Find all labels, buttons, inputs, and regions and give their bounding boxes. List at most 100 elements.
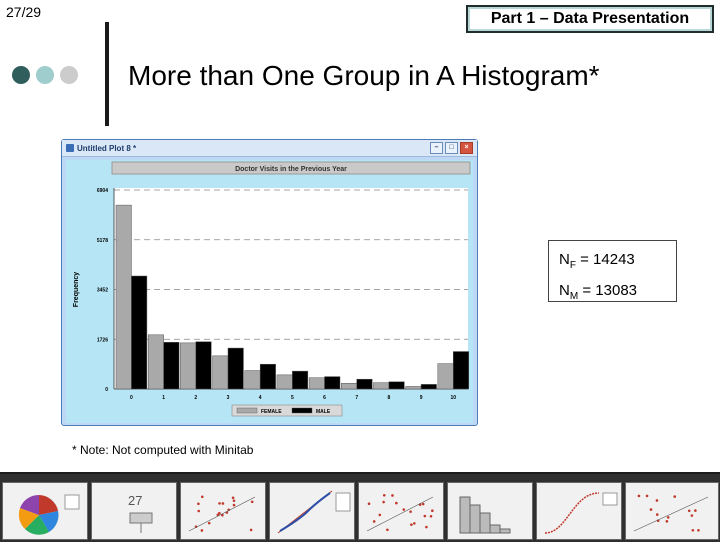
scatter-point: [409, 510, 412, 513]
slide-title: More than One Group in A Histogram*: [128, 60, 600, 91]
section-label: Part 1 – Data Presentation: [490, 10, 690, 27]
window-title: Untitled Plot 8 *: [77, 143, 137, 153]
bar-female: [341, 382, 357, 390]
y-tick-label: 6904: [97, 188, 108, 194]
trend-line: [188, 496, 256, 532]
scatter-point: [378, 513, 382, 517]
dot-dark: [12, 66, 30, 84]
thumbnail-strip: 27: [0, 472, 720, 542]
scatter-point: [421, 502, 425, 506]
x-tick-label: 2: [194, 395, 197, 401]
x-tick-label: 4: [259, 395, 262, 401]
x-tick-label: 10: [450, 395, 456, 401]
pie-chart-thumbnail[interactable]: [2, 482, 88, 540]
bar-male: [292, 370, 309, 390]
scatter-thumbnail-1[interactable]: [180, 482, 266, 540]
bar-female: [405, 386, 422, 390]
bar-male: [163, 342, 180, 390]
histogram-chart: Doctor Visits in the Previous Year 0 1 7 2 6 3…: [73, 161, 471, 417]
scatter-point: [197, 509, 201, 513]
boxplot-thumbnail[interactable]: 27: [91, 482, 177, 540]
scatter-point: [673, 495, 677, 498]
close-icon[interactable]: ×: [460, 142, 473, 154]
dot-teal: [36, 66, 54, 84]
scatter-point: [218, 502, 221, 505]
x-tick-label: 7: [355, 395, 358, 401]
scatter-point: [207, 521, 211, 525]
probability-plot-thumbnail[interactable]: [269, 482, 355, 540]
bar-male: [131, 275, 148, 390]
scatter-point: [372, 520, 376, 523]
scatter-point: [691, 528, 695, 532]
y-tick-label: 5178: [97, 238, 108, 244]
footnote: * Note: Not computed with Minitab: [72, 443, 254, 457]
sample-size-box: NF = 14243 NM = 13083: [548, 240, 677, 302]
scatter-point: [391, 494, 394, 497]
plot-window[interactable]: Untitled Plot 8 * – □ × Doctor Visits in…: [61, 139, 478, 426]
x-tick-label: 0: [130, 395, 133, 401]
scatter-point: [402, 508, 406, 511]
bar-male: [356, 378, 373, 390]
scatter-point: [410, 523, 413, 526]
slide-number: 27/29: [6, 4, 42, 20]
scatter-point: [367, 502, 371, 505]
scatter-point: [231, 496, 235, 500]
scatter-point: [694, 509, 697, 512]
maximize-icon[interactable]: □: [445, 142, 458, 154]
window-controls: – □ ×: [430, 142, 473, 154]
section-tag: Part 1 – Data Presentation: [466, 5, 714, 33]
x-tick-label: 1: [162, 395, 165, 401]
female-count: NF = 14243: [559, 251, 635, 271]
scatter-thumbnail-2[interactable]: [358, 482, 444, 540]
histogram-thumbnail[interactable]: [447, 482, 533, 540]
app-icon: [66, 144, 74, 152]
scatter-point: [637, 494, 641, 498]
scatter-point: [429, 515, 433, 518]
scatter-point: [645, 494, 649, 498]
scatter-point: [431, 509, 434, 512]
male-count: NM = 13083: [559, 282, 637, 302]
scatter-point: [382, 493, 386, 497]
bar-male: [195, 341, 212, 390]
scatter-point: [221, 502, 225, 505]
x-tick-label: 6: [323, 395, 326, 401]
bar-female: [180, 342, 197, 390]
trend-line: [366, 496, 434, 532]
legend-label: FEMALE: [261, 409, 282, 415]
scatter-point: [200, 529, 204, 532]
x-tick-label: 8: [388, 395, 391, 401]
y-tick-label: 0: [105, 387, 108, 393]
scatter-point: [382, 500, 385, 504]
bar-male: [259, 363, 276, 390]
scatter-point: [200, 495, 204, 499]
dot-light: [60, 66, 78, 84]
bar-female: [212, 355, 229, 390]
x-tick-label: 3: [227, 395, 230, 401]
scatter-point: [655, 499, 659, 502]
svg-text:27: 27: [128, 493, 142, 508]
scatter-point: [249, 528, 253, 532]
scatter-point: [232, 503, 236, 507]
bar-female: [373, 382, 390, 390]
scatter-point: [649, 508, 653, 511]
scatter-point: [425, 525, 428, 529]
scatter-point: [666, 516, 670, 519]
title-divider: [105, 22, 109, 126]
scatter-thumbnail-3[interactable]: [625, 482, 719, 540]
window-titlebar[interactable]: Untitled Plot 8 * – □ ×: [62, 140, 477, 157]
bar-female: [308, 377, 325, 390]
minimize-icon[interactable]: –: [430, 142, 443, 154]
plot-title: Doctor Visits in the Previous Year: [235, 166, 347, 173]
s-curve-thumbnail[interactable]: [536, 482, 622, 540]
scatter-point: [413, 522, 416, 525]
bar-male: [324, 376, 341, 390]
y-axis-label: Frequency: [73, 272, 80, 308]
bar-male: [388, 381, 405, 390]
x-tick-label: 9: [420, 395, 423, 401]
plot-area: Doctor Visits in the Previous Year 0 1 7 2 6 3…: [66, 160, 473, 423]
scatter-point: [655, 513, 659, 516]
legend-swatch: [236, 407, 258, 414]
bar-female: [147, 334, 164, 390]
bar-female: [115, 204, 132, 390]
bar-female: [437, 363, 454, 390]
